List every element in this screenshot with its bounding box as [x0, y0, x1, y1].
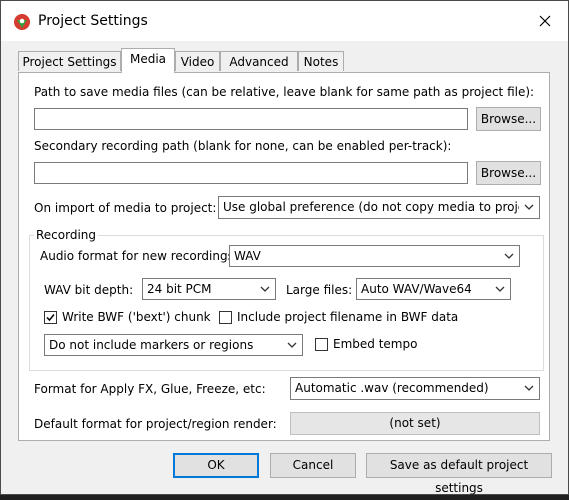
checkmark-icon	[46, 314, 55, 322]
large-files-value: Auto WAV/Wave64	[361, 282, 472, 296]
large-files-select[interactable]: Auto WAV/Wave64	[356, 278, 511, 300]
chevron-down-icon	[495, 286, 505, 292]
tab-project-settings[interactable]: Project Settings	[18, 51, 121, 71]
chevron-down-icon	[287, 342, 297, 348]
chevron-down-icon	[524, 385, 534, 391]
audio-format-label: Audio format for new recordings:	[40, 249, 238, 263]
large-files-label: Large files:	[286, 283, 353, 297]
wav-bit-depth-value: 24 bit PCM	[147, 282, 212, 296]
browse-secondary-path-button[interactable]: Browse...	[476, 161, 541, 185]
chevron-down-icon	[524, 204, 534, 210]
save-default-button[interactable]: Save as default project settings	[366, 453, 552, 495]
title-bar: Project Settings	[1, 1, 568, 41]
tab-advanced[interactable]: Advanced	[220, 51, 298, 71]
apply-fx-format-select[interactable]: Automatic .wav (recommended)	[290, 377, 540, 400]
import-media-label: On import of media to project:	[34, 201, 217, 215]
tab-video[interactable]: Video	[175, 51, 220, 71]
ok-button[interactable]: OK	[173, 453, 259, 478]
include-filename-checkbox[interactable]	[219, 311, 232, 324]
apply-fx-format-value: Automatic .wav (recommended)	[295, 381, 489, 395]
audio-format-value: WAV	[234, 249, 261, 263]
media-path-input[interactable]	[34, 108, 468, 130]
import-media-value: Use global preference (do not copy media…	[223, 200, 519, 214]
audio-format-select[interactable]: WAV	[229, 245, 520, 267]
import-media-select[interactable]: Use global preference (do not copy media…	[218, 196, 540, 219]
apply-fx-format-label: Format for Apply FX, Glue, Freeze, etc:	[34, 382, 266, 396]
cancel-button[interactable]: Cancel	[270, 453, 356, 478]
tab-notes[interactable]: Notes	[298, 51, 344, 71]
markers-regions-value: Do not include markers or regions	[49, 338, 254, 352]
include-filename-label: Include project filename in BWF data	[237, 310, 459, 324]
recording-group: Recording Audio format for new recording…	[29, 228, 544, 371]
render-format-value: (not set)	[389, 416, 441, 430]
browse-media-path-button[interactable]: Browse...	[476, 107, 541, 131]
wav-bit-depth-label: WAV bit depth:	[44, 283, 134, 297]
markers-regions-select[interactable]: Do not include markers or regions	[44, 334, 303, 356]
dialog-title: Project Settings	[38, 13, 148, 29]
tab-media[interactable]: Media	[121, 48, 175, 73]
project-settings-dialog: Project Settings Project Settings Media …	[0, 0, 569, 495]
close-icon	[539, 15, 551, 27]
recording-group-title: Recording	[34, 228, 99, 242]
reaper-logo-icon	[14, 14, 30, 30]
close-button[interactable]	[522, 1, 568, 41]
render-format-field[interactable]: (not set)	[290, 412, 540, 435]
write-bwf-label: Write BWF ('bext') chunk	[62, 310, 211, 324]
media-path-label: Path to save media files (can be relativ…	[34, 85, 535, 99]
secondary-path-input[interactable]	[34, 162, 468, 184]
chevron-down-icon	[260, 286, 270, 292]
embed-tempo-label: Embed tempo	[333, 337, 418, 351]
wav-bit-depth-select[interactable]: 24 bit PCM	[142, 278, 276, 300]
media-tab-panel: Path to save media files (can be relativ…	[18, 72, 550, 441]
chevron-down-icon	[504, 253, 514, 259]
secondary-path-label: Secondary recording path (blank for none…	[34, 139, 452, 153]
render-format-label: Default format for project/region render…	[34, 417, 277, 431]
write-bwf-checkbox[interactable]	[44, 311, 57, 324]
embed-tempo-checkbox[interactable]	[315, 338, 328, 351]
